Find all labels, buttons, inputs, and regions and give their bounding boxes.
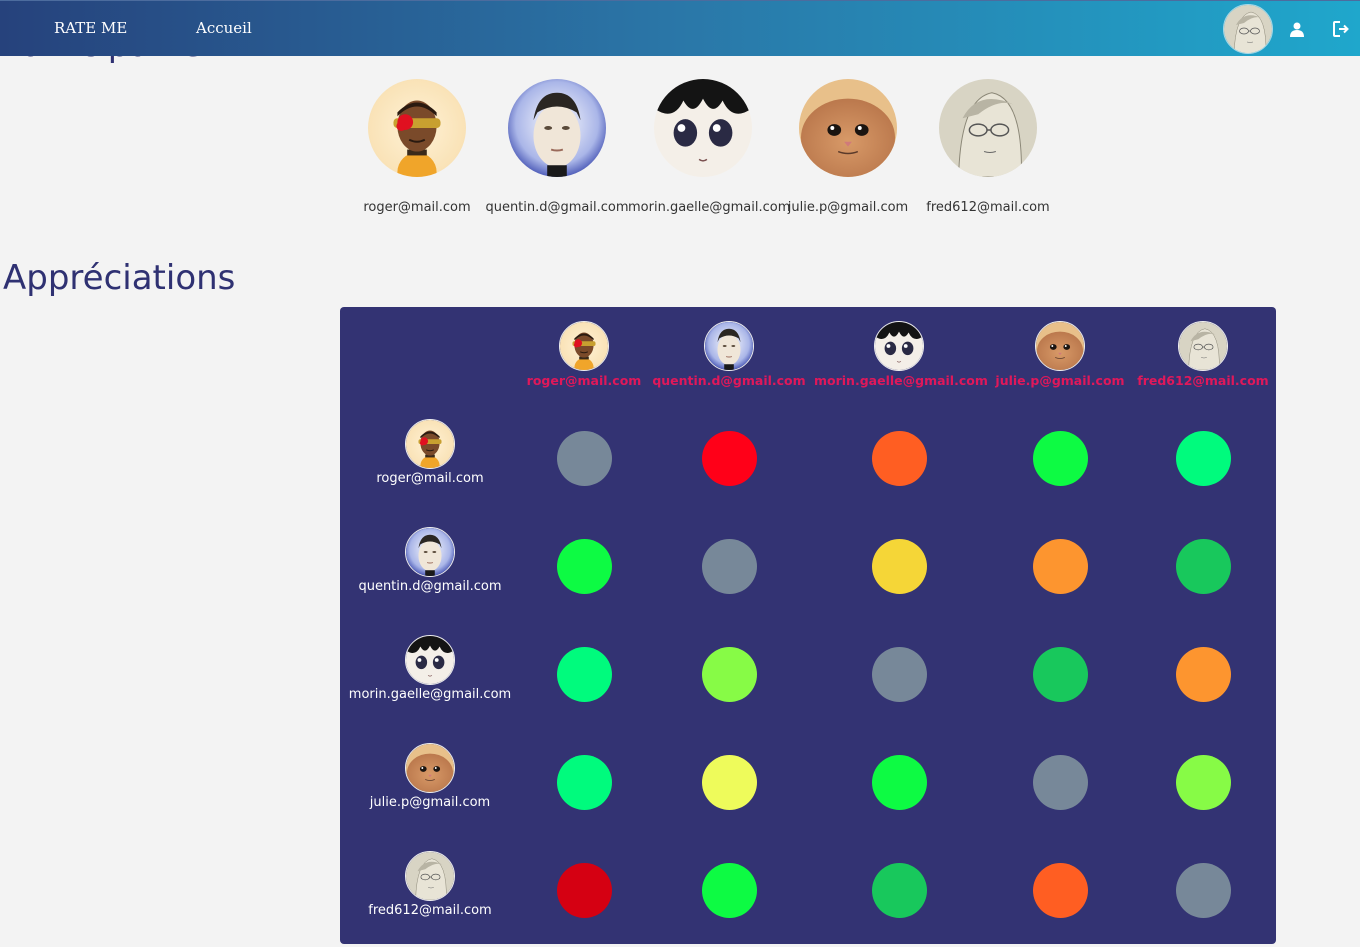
participant-card[interactable]: fred612@mail.com [913,79,1063,215]
column-avatar [559,321,609,371]
rating-dot[interactable] [556,538,612,594]
participant-card[interactable]: quentin.d@gmail.com [482,79,632,215]
rating-dot[interactable] [701,538,757,594]
row-avatar [405,419,455,469]
participant-card[interactable]: julie.p@gmail.com [773,79,923,215]
column-email: morin.gaelle@gmail.com [814,373,988,388]
row-header: morin.gaelle@gmail.com [340,635,520,702]
rating-dot[interactable] [1032,646,1088,702]
current-user-avatar[interactable] [1223,4,1273,54]
rating-dot[interactable] [871,862,927,918]
column-avatar [874,321,924,371]
row-email: morin.gaelle@gmail.com [348,687,512,702]
row-avatar [405,635,455,685]
column-header: morin.gaelle@gmail.com [814,321,988,388]
logout-icon[interactable] [1331,19,1351,39]
rating-dot[interactable] [871,430,927,486]
participant-avatar [939,79,1037,177]
column-header: quentin.d@gmail.com [644,321,814,388]
row-email: roger@mail.com [376,471,484,486]
brand-logo[interactable]: RATE ME [54,19,127,37]
rating-dot[interactable] [1175,430,1231,486]
rating-dot[interactable] [701,754,757,810]
row-avatar [405,743,455,793]
participant-card[interactable]: morin.gaelle@gmail.com [628,79,791,215]
rating-dot[interactable] [1175,862,1231,918]
column-email: quentin.d@gmail.com [652,373,806,388]
rating-dot[interactable] [871,646,927,702]
rating-dot[interactable] [556,430,612,486]
participant-avatar [508,79,606,177]
column-email: fred612@mail.com [1137,373,1269,388]
rating-dot[interactable] [556,862,612,918]
participant-avatar [368,79,466,177]
row-avatar [405,851,455,901]
rating-dot[interactable] [1032,862,1088,918]
appreciation-matrix: roger@mail.com quentin.d@gmail.com morin… [340,307,1276,944]
participant-email: roger@mail.com [363,200,471,215]
column-avatar [704,321,754,371]
participant-avatar [654,79,752,177]
rating-dot[interactable] [556,646,612,702]
row-header: julie.p@gmail.com [340,743,520,810]
participant-email: julie.p@gmail.com [787,200,909,215]
row-email: julie.p@gmail.com [369,795,491,810]
rating-dot[interactable] [1032,430,1088,486]
rating-dot[interactable] [1175,538,1231,594]
row-email: quentin.d@gmail.com [358,579,502,594]
column-header: fred612@mail.com [1118,321,1288,388]
participant-email: morin.gaelle@gmail.com [628,200,791,215]
rating-dot[interactable] [1175,646,1231,702]
column-avatar [1035,321,1085,371]
participant-email: fred612@mail.com [926,200,1050,215]
rating-dot[interactable] [701,430,757,486]
rating-dot[interactable] [1175,754,1231,810]
column-avatar [1178,321,1228,371]
row-header: quentin.d@gmail.com [340,527,520,594]
rating-dot[interactable] [556,754,612,810]
participant-email: quentin.d@gmail.com [485,200,629,215]
rating-dot[interactable] [701,646,757,702]
user-profile-icon[interactable] [1287,19,1307,39]
rating-dot[interactable] [1032,754,1088,810]
participant-card[interactable]: roger@mail.com [342,79,492,215]
participant-avatar [799,79,897,177]
nav-link-home[interactable]: Accueil [196,19,252,37]
top-navbar: RATE ME Accueil [0,0,1360,56]
rating-dot[interactable] [871,538,927,594]
row-email: fred612@mail.com [368,903,492,918]
rating-dot[interactable] [1032,538,1088,594]
row-avatar [405,527,455,577]
row-header: roger@mail.com [340,419,520,486]
rating-dot[interactable] [871,754,927,810]
rating-dot[interactable] [701,862,757,918]
appreciations-title: Appréciations [3,258,236,298]
row-header: fred612@mail.com [340,851,520,918]
